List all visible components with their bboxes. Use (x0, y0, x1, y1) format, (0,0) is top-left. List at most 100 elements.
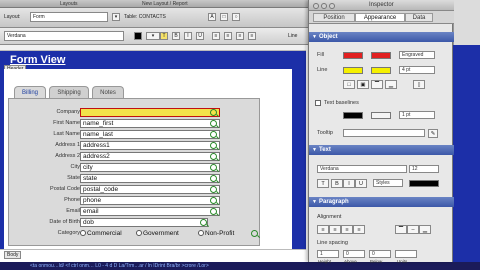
text-color-button[interactable] (134, 32, 142, 40)
minimize-icon[interactable] (321, 3, 327, 9)
border-bottom-button[interactable]: ▁ (385, 80, 397, 89)
magnify-icon[interactable] (210, 208, 217, 215)
first-name-field[interactable]: name_first (80, 119, 220, 128)
company-field[interactable] (80, 108, 220, 117)
text-style-select[interactable]: Styles (373, 179, 403, 187)
footer-part[interactable] (0, 249, 306, 262)
text-baselines-checkbox[interactable] (315, 100, 321, 106)
phone-field[interactable]: phone (80, 196, 220, 205)
layouts-menu-label[interactable]: Layouts (60, 1, 78, 7)
address1-field[interactable]: address1 (80, 141, 220, 150)
magnify-icon[interactable] (210, 120, 217, 127)
magnify-icon[interactable] (210, 175, 217, 182)
valign-top-button[interactable]: ▔ (395, 225, 407, 234)
italic-button[interactable]: I (343, 179, 355, 188)
radio-label: Government (143, 230, 179, 237)
italic-button[interactable]: I (184, 32, 192, 40)
bold-button[interactable]: B (331, 179, 343, 188)
zoom-icon[interactable] (329, 3, 335, 9)
layout-menu-button[interactable]: ▾ (112, 13, 120, 21)
border-top-button[interactable]: ▔ (371, 80, 383, 89)
align-right-button[interactable]: ≡ (236, 32, 244, 40)
field-row-first-name: First Name name_first (14, 119, 260, 128)
line-pattern-swatch[interactable] (371, 67, 391, 74)
tab-position[interactable]: Position (313, 13, 355, 22)
email-field[interactable]: email (80, 207, 220, 216)
align-center-button[interactable]: ≡ (224, 32, 232, 40)
magnify-icon[interactable] (210, 142, 217, 149)
magnify-icon[interactable] (210, 153, 217, 160)
state-field[interactable]: state (80, 174, 220, 183)
align-center-button[interactable]: ≡ (329, 225, 341, 234)
underline-button[interactable]: U (355, 179, 367, 188)
spacing-units-select[interactable] (395, 250, 417, 258)
body-part-label[interactable]: Body (4, 251, 22, 259)
baseline-width-select[interactable]: 1 pt (399, 111, 435, 119)
bold-button[interactable]: B (172, 32, 180, 40)
highlight-button[interactable]: T (160, 32, 168, 40)
toolbar-tool-2[interactable]: □ (220, 13, 228, 21)
magnify-icon[interactable] (210, 186, 217, 193)
category-option-government[interactable]: Government (136, 229, 179, 238)
magnify-icon[interactable] (210, 109, 217, 116)
space-below-input[interactable]: 0 (369, 250, 391, 258)
fill-style-select[interactable]: Engraved (399, 51, 435, 59)
table-label: Table: CONTACTS (124, 14, 166, 20)
close-icon[interactable] (313, 3, 319, 9)
text-font-select[interactable]: Verdana (317, 165, 407, 173)
text-size-select[interactable]: 12 (409, 165, 439, 173)
tab-appearance[interactable]: Appearance (355, 13, 405, 22)
layout-select[interactable]: Form (30, 12, 108, 22)
toolbar-tool-1[interactable]: A (208, 13, 216, 21)
magnify-icon[interactable] (210, 131, 217, 138)
magnify-icon[interactable] (210, 164, 217, 171)
line-color-swatch[interactable] (343, 67, 363, 74)
align-right-button[interactable]: ≡ (341, 225, 353, 234)
last-name-field[interactable]: name_last (80, 130, 220, 139)
valign-middle-button[interactable]: ‒ (407, 225, 419, 234)
align-left-button[interactable]: ≡ (317, 225, 329, 234)
line-width-select[interactable]: 4 pt (399, 66, 435, 74)
align-left-button[interactable]: ≡ (212, 32, 220, 40)
tooltip-input[interactable] (343, 129, 425, 137)
text-section-header[interactable]: Text (309, 145, 454, 155)
justify-button[interactable]: ≡ (248, 32, 256, 40)
header-part[interactable]: Form View (0, 51, 306, 69)
fill-gradient-swatch[interactable] (371, 52, 391, 59)
baseline-pattern-swatch[interactable] (371, 112, 391, 119)
magnify-icon[interactable] (210, 197, 217, 204)
inspector-title-bar[interactable]: Inspector (309, 0, 454, 11)
new-layout-label[interactable]: New Layout / Report (142, 1, 188, 7)
text-color-swatch[interactable] (409, 180, 439, 187)
object-section-header[interactable]: Object (309, 32, 454, 42)
border-none-button[interactable]: □ (343, 80, 355, 89)
radio-label: Non-Profit (205, 230, 235, 237)
tab-data[interactable]: Data (405, 13, 433, 22)
paragraph-section-header[interactable]: Paragraph (309, 197, 454, 207)
font-size-button[interactable]: ▾ (146, 32, 160, 40)
border-sides-button[interactable]: ▯ (413, 80, 425, 89)
address2-field[interactable]: address2 (80, 152, 220, 161)
dob-field[interactable]: dob (80, 218, 208, 227)
category-option-commercial[interactable]: Commercial (80, 229, 122, 238)
pencil-icon[interactable]: ✎ (428, 129, 438, 138)
space-above-input[interactable]: 0 (343, 250, 365, 258)
fill-color-swatch[interactable] (343, 52, 363, 59)
tooltip-label: Tooltip (317, 130, 333, 136)
toolbar-tool-3[interactable]: ○ (232, 13, 240, 21)
text-color-button[interactable]: T (317, 179, 329, 188)
magnify-icon[interactable] (251, 230, 258, 237)
field-row-dob: Date of Birth dob (14, 218, 260, 227)
inspector-title: Inspector (369, 2, 394, 8)
font-select[interactable]: Verdana (4, 31, 124, 41)
postal-code-field[interactable]: postal_code (80, 185, 220, 194)
border-all-button[interactable]: ▣ (357, 80, 369, 89)
category-option-non-profit[interactable]: Non-Profit (198, 229, 234, 238)
city-field[interactable]: city (80, 163, 220, 172)
line-height-input[interactable]: 1 (317, 250, 339, 258)
valign-bottom-button[interactable]: ▁ (419, 225, 431, 234)
align-justify-button[interactable]: ≡ (353, 225, 365, 234)
magnify-icon[interactable] (200, 219, 207, 226)
underline-button[interactable]: U (196, 32, 204, 40)
baseline-color-swatch[interactable] (343, 112, 363, 119)
